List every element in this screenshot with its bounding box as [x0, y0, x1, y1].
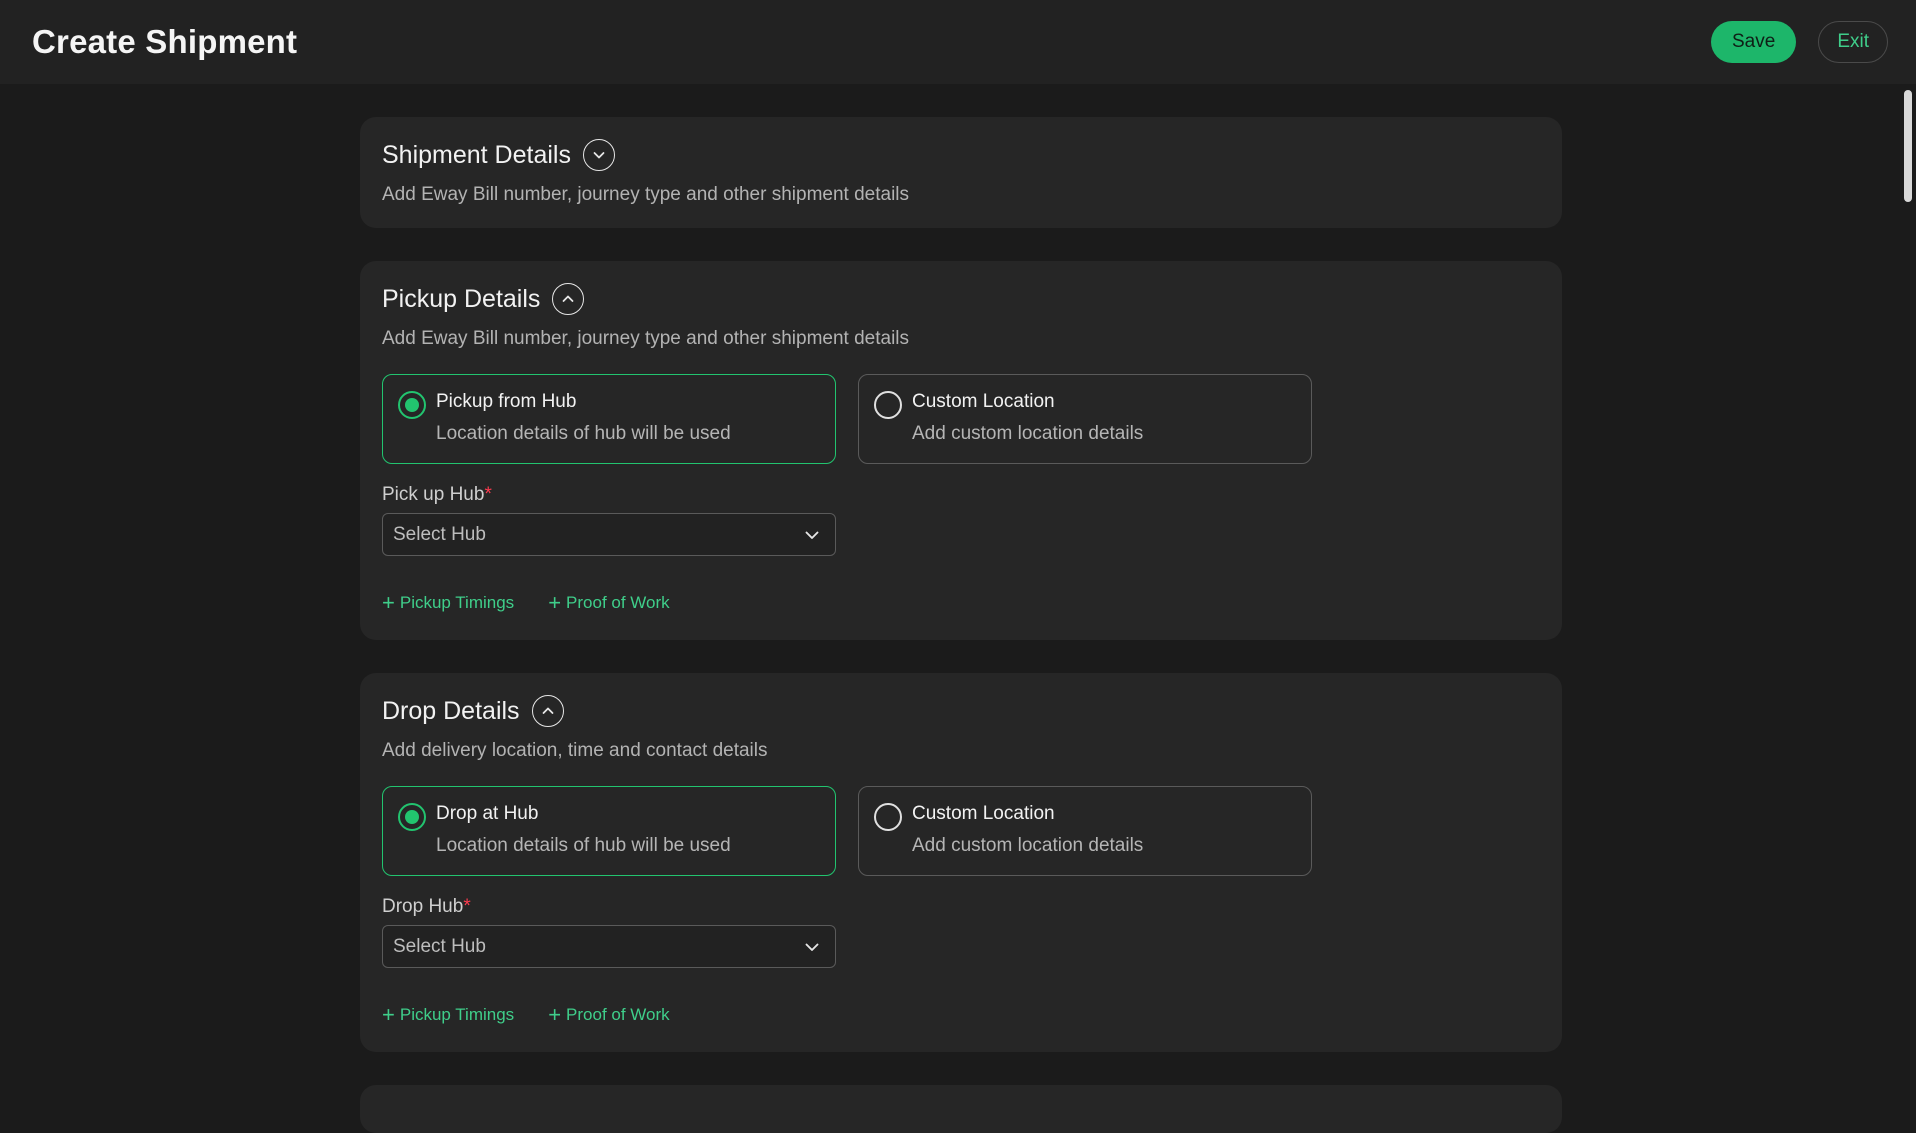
option-description: Location details of hub will be used: [436, 835, 731, 856]
pickup-from-hub-option[interactable]: Pickup from Hub Location details of hub …: [382, 374, 836, 464]
option-title: Custom Location: [912, 803, 1055, 824]
option-title: Pickup from Hub: [436, 391, 577, 412]
exit-button[interactable]: Exit: [1818, 21, 1888, 63]
plus-icon: +: [382, 1002, 395, 1027]
pickup-hub-select[interactable]: Select Hub: [382, 513, 836, 556]
radio-selected[interactable]: [398, 803, 426, 831]
required-mark: *: [463, 896, 471, 917]
drop-hub-label: Drop Hub*: [382, 896, 1540, 918]
add-pickup-timings-link[interactable]: + Pickup Timings: [382, 1004, 514, 1026]
chevron-up-icon: [542, 707, 553, 714]
option-title: Drop at Hub: [436, 803, 539, 824]
drop-location-options: Drop at Hub Location details of hub will…: [382, 786, 1540, 876]
option-title: Custom Location: [912, 391, 1055, 412]
chevron-down-icon: [593, 152, 605, 159]
radio-selected[interactable]: [398, 391, 426, 419]
required-mark: *: [484, 484, 492, 505]
label-text: Drop Hub: [382, 896, 464, 917]
link-label: Proof of Work: [566, 1005, 670, 1024]
header-actions: Save Exit: [1711, 21, 1888, 63]
chevron-down-icon: [805, 531, 819, 539]
link-label: Pickup Timings: [399, 1005, 515, 1024]
select-value: Select Hub: [393, 523, 486, 545]
section-title: Pickup Details: [382, 284, 541, 313]
form-content: Shipment Details Add Eway Bill number, j…: [360, 117, 1562, 1133]
section-header: Shipment Details: [382, 139, 1540, 171]
pickup-custom-location-option[interactable]: Custom Location Add custom location deta…: [858, 374, 1312, 464]
page-title: Create Shipment: [32, 23, 298, 60]
drop-hub-select[interactable]: Select Hub: [382, 925, 836, 968]
expand-toggle[interactable]: [582, 139, 615, 171]
collapse-toggle[interactable]: [531, 695, 564, 727]
pickup-location-options: Pickup from Hub Location details of hub …: [382, 374, 1540, 464]
top-bar: Create Shipment Save Exit: [0, 0, 1916, 84]
add-proof-of-work-link[interactable]: + Proof of Work: [548, 592, 669, 614]
add-pickup-timings-link[interactable]: + Pickup Timings: [382, 592, 514, 614]
drop-details-section: Drop Details Add delivery location, time…: [360, 673, 1562, 1052]
section-title: Drop Details: [382, 696, 520, 725]
section-subtitle: Add delivery location, time and contact …: [382, 740, 768, 761]
shipment-details-section: Shipment Details Add Eway Bill number, j…: [360, 117, 1562, 228]
plus-icon: +: [548, 590, 562, 615]
chevron-up-icon: [563, 295, 574, 302]
link-label: Proof of Work: [566, 593, 670, 612]
radio-unselected[interactable]: [874, 803, 902, 831]
section-header: Drop Details: [382, 695, 1540, 727]
collapse-toggle[interactable]: [552, 283, 585, 315]
pickup-details-section: Pickup Details Add Eway Bill number, jou…: [360, 261, 1562, 640]
add-proof-of-work-link[interactable]: + Proof of Work: [548, 1004, 669, 1026]
drop-at-hub-option[interactable]: Drop at Hub Location details of hub will…: [382, 786, 836, 876]
pickup-extra-links: + Pickup Timings + Proof of Work: [382, 592, 1540, 614]
pickup-hub-label: Pick up Hub*: [382, 484, 1540, 506]
plus-icon: +: [382, 590, 395, 615]
next-section-card: [360, 1085, 1562, 1133]
select-value: Select Hub: [393, 935, 486, 957]
section-title: Shipment Details: [382, 140, 571, 169]
label-text: Pick up Hub: [382, 484, 485, 505]
section-subtitle: Add Eway Bill number, journey type and o…: [382, 328, 910, 349]
drop-extra-links: + Pickup Timings + Proof of Work: [382, 1004, 1540, 1026]
chevron-down-icon: [805, 943, 819, 951]
radio-unselected[interactable]: [874, 391, 902, 419]
plus-icon: +: [548, 1002, 562, 1027]
scrollbar-thumb[interactable]: [1904, 90, 1912, 202]
option-description: Add custom location details: [912, 423, 1144, 444]
save-button[interactable]: Save: [1711, 21, 1797, 63]
option-description: Add custom location details: [912, 835, 1144, 856]
drop-custom-location-option[interactable]: Custom Location Add custom location deta…: [858, 786, 1312, 876]
section-subtitle: Add Eway Bill number, journey type and o…: [382, 184, 910, 205]
link-label: Pickup Timings: [399, 593, 515, 612]
section-header: Pickup Details: [382, 283, 1540, 315]
option-description: Location details of hub will be used: [436, 423, 731, 444]
